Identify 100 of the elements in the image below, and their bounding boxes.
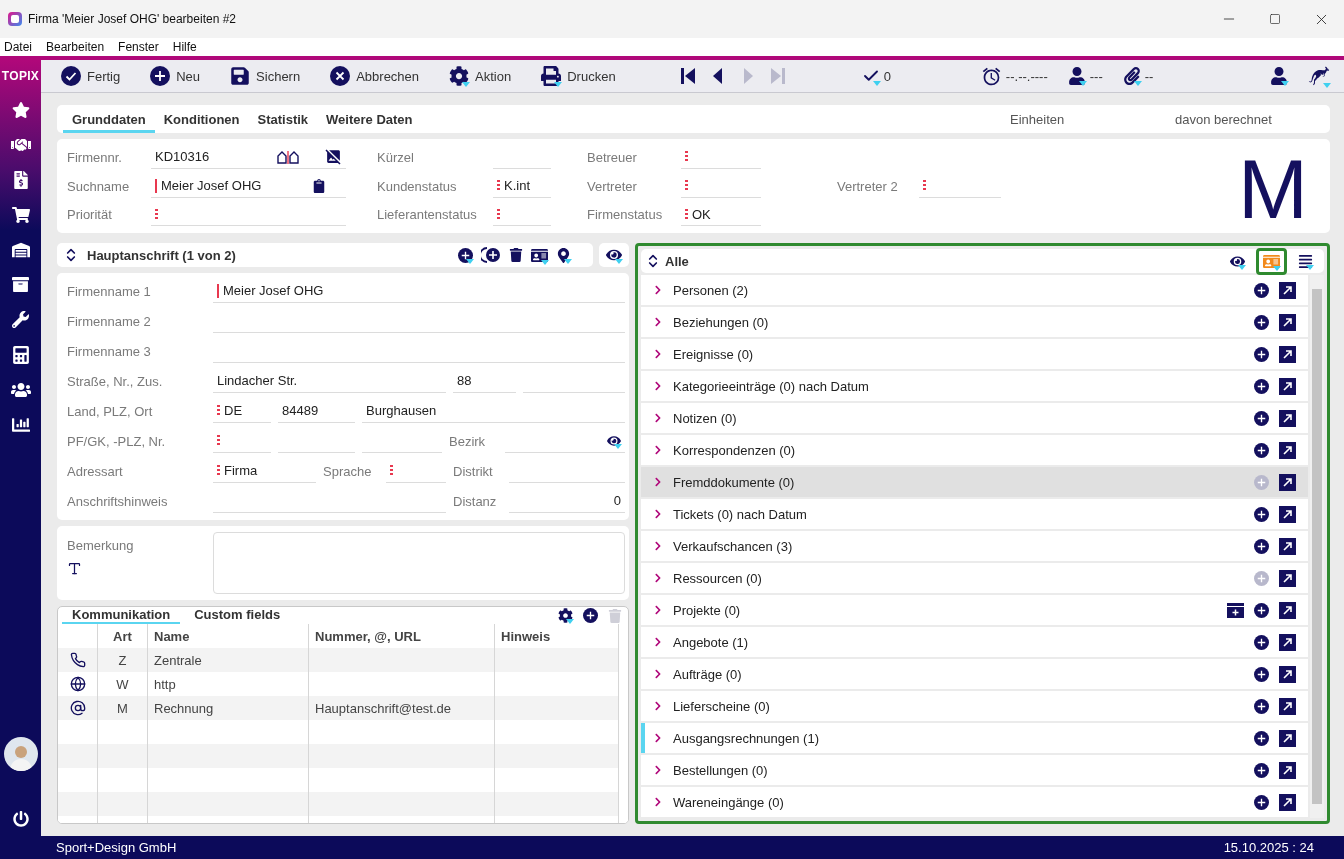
input-field[interactable]: 88	[453, 369, 516, 393]
add-icon[interactable]	[1254, 666, 1269, 682]
open-external-icon[interactable]	[1279, 281, 1296, 299]
toolbar-button[interactable]: Fertig	[59, 64, 123, 88]
input-field[interactable]: 84489	[278, 399, 355, 423]
open-external-icon[interactable]	[1279, 537, 1296, 555]
open-external-icon[interactable]	[1279, 633, 1296, 651]
chevron-right-icon[interactable]	[653, 381, 663, 391]
input-field[interactable]: DE	[213, 399, 271, 423]
input-field[interactable]: 0	[509, 489, 625, 513]
menu-item[interactable]: Bearbeiten	[46, 40, 105, 54]
list-icon[interactable]	[1298, 253, 1313, 269]
add-icon[interactable]	[1254, 730, 1269, 746]
open-external-icon[interactable]	[1279, 409, 1296, 427]
input-field[interactable]: OK	[681, 203, 761, 227]
chevron-right-icon[interactable]	[653, 349, 663, 359]
tab[interactable]: Custom fields	[184, 607, 291, 624]
tab[interactable]: Kommunikation	[62, 607, 181, 624]
input-field[interactable]: Lindacher Str.	[213, 369, 446, 393]
chevron-right-icon[interactable]	[653, 701, 663, 711]
status-button[interactable]: ---	[1065, 65, 1105, 87]
person-icon[interactable]	[1270, 67, 1288, 85]
toolbar-button[interactable]: Drucken	[539, 64, 618, 88]
add-icon[interactable]	[1254, 410, 1269, 426]
toolbar-button[interactable]: Sichern	[228, 64, 303, 88]
input-field[interactable]: Meier Josef OHG	[151, 174, 346, 198]
input-field[interactable]: Firma	[213, 459, 316, 483]
chevron-right-icon[interactable]	[653, 733, 663, 743]
chevron-right-icon[interactable]	[653, 797, 663, 807]
chevron-right-icon[interactable]	[653, 605, 663, 615]
list-item[interactable]: Kategorieeinträge (0) nach Datum	[641, 371, 1308, 401]
settings-icon[interactable]	[558, 608, 573, 623]
input-field[interactable]: KD10316	[151, 145, 346, 169]
input-field[interactable]: Meier Josef OHG	[213, 279, 625, 303]
input-field[interactable]: K.int	[493, 174, 551, 198]
view-icon[interactable]	[607, 433, 621, 448]
maximize-icon[interactable]	[1269, 13, 1281, 25]
open-external-icon[interactable]	[1279, 601, 1296, 619]
add-icon[interactable]	[458, 247, 473, 263]
add-icon[interactable]	[1254, 634, 1269, 650]
map-pin-icon[interactable]	[556, 247, 571, 263]
tab[interactable]: Statistik	[248, 108, 318, 133]
open-external-icon[interactable]	[1279, 313, 1296, 331]
kangaroo-icon[interactable]	[1308, 65, 1330, 87]
list-item[interactable]: Aufträge (0)	[641, 659, 1308, 689]
add-icon[interactable]	[1254, 602, 1269, 618]
add-icon[interactable]	[1254, 282, 1269, 298]
no-image-icon[interactable]	[325, 148, 342, 166]
id-card-icon[interactable]	[531, 246, 548, 264]
remark-field[interactable]	[213, 532, 625, 594]
chevron-right-icon[interactable]	[653, 477, 663, 487]
open-external-icon[interactable]	[1279, 761, 1296, 779]
list-item[interactable]: Beziehungen (0)	[641, 307, 1308, 337]
chevron-right-icon[interactable]	[653, 669, 663, 679]
view-button[interactable]	[599, 243, 629, 267]
add-folder-icon[interactable]	[1227, 602, 1244, 618]
list-item[interactable]: Korrespondenzen (0)	[641, 435, 1308, 465]
chevron-right-icon[interactable]	[653, 637, 663, 647]
add-copy-icon[interactable]	[481, 247, 501, 263]
open-external-icon[interactable]	[1279, 345, 1296, 363]
open-external-icon[interactable]	[1279, 665, 1296, 683]
list-item[interactable]: Projekte (0)	[641, 595, 1308, 625]
status-button[interactable]: --	[1120, 65, 1156, 87]
toolbar-button[interactable]: Neu	[148, 64, 203, 88]
add-icon[interactable]	[1254, 506, 1269, 522]
chevron-right-icon[interactable]	[653, 317, 663, 327]
list-item[interactable]: Bestellungen (0)	[641, 755, 1308, 785]
status-button[interactable]: 0	[859, 65, 893, 87]
list-item[interactable]: Lieferscheine (0)	[641, 691, 1308, 721]
input-field[interactable]: Burghausen	[362, 399, 625, 423]
menu-item[interactable]: Fenster	[118, 40, 159, 54]
open-external-icon[interactable]	[1279, 569, 1296, 587]
list-item[interactable]: Wareneingänge (0)	[641, 787, 1308, 817]
list-item[interactable]: Verkaufschancen (3)	[641, 531, 1308, 561]
user-avatar[interactable]	[3, 737, 38, 771]
add-icon[interactable]	[1254, 762, 1269, 778]
open-external-icon[interactable]	[1279, 793, 1296, 811]
open-external-icon[interactable]	[1279, 377, 1296, 395]
status-button[interactable]: --.--.----	[978, 63, 1050, 89]
add-icon[interactable]	[583, 608, 598, 623]
list-item[interactable]: Ausgangsrechnungen (1)	[641, 723, 1308, 753]
menu-item[interactable]: Hilfe	[172, 40, 197, 54]
list-item[interactable]: Personen (2)	[641, 275, 1308, 305]
add-icon[interactable]	[1254, 346, 1269, 362]
trash-icon[interactable]	[509, 248, 523, 262]
chevron-right-icon[interactable]	[653, 541, 663, 551]
chevron-right-icon[interactable]	[653, 765, 663, 775]
tab[interactable]: Konditionen	[154, 108, 249, 133]
list-item[interactable]: Ereignisse (0)	[641, 339, 1308, 369]
chevron-right-icon[interactable]	[653, 285, 663, 295]
tab[interactable]: Grunddaten	[63, 108, 155, 133]
eye-icon[interactable]	[606, 247, 622, 263]
list-item[interactable]: Fremddokumente (0)	[641, 467, 1308, 497]
toolbar-button[interactable]: Abbrechen	[328, 64, 422, 88]
add-icon[interactable]	[1254, 538, 1269, 554]
chevron-right-icon[interactable]	[653, 509, 663, 519]
list-item[interactable]: Notizen (0)	[641, 403, 1308, 433]
add-icon[interactable]	[1254, 314, 1269, 330]
open-external-icon[interactable]	[1279, 473, 1296, 491]
chevron-right-icon[interactable]	[653, 573, 663, 583]
